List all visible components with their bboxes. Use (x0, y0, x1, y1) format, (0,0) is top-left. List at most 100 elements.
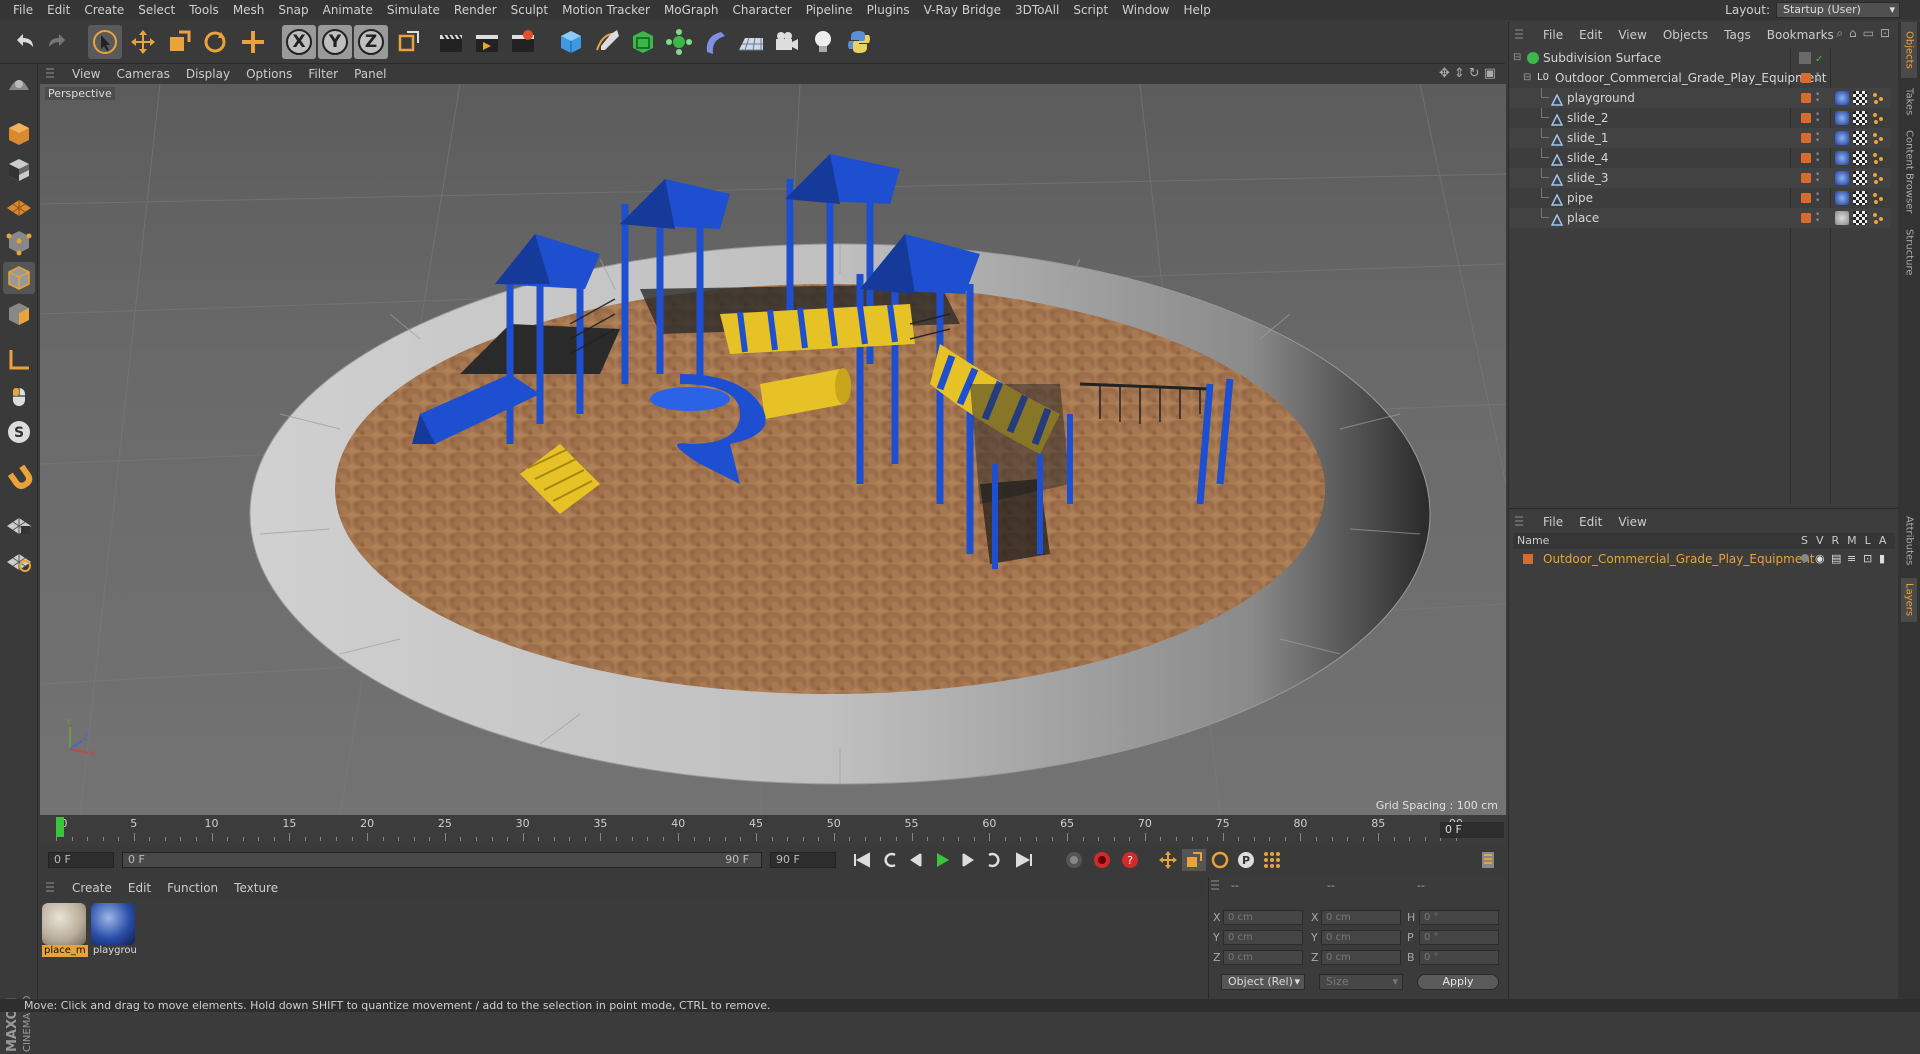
layer-color-swatch[interactable] (1801, 113, 1811, 123)
manager-icon[interactable]: ≡ (1847, 550, 1856, 568)
object-row-playground[interactable]: playground • • (1509, 88, 1891, 108)
record-keys-icon[interactable] (1062, 849, 1086, 871)
phong-tag-icon[interactable] (1871, 171, 1885, 185)
key-point-level-icon[interactable] (1260, 849, 1284, 871)
lock-workplane-icon[interactable] (3, 508, 35, 540)
scale-icon[interactable] (162, 25, 196, 59)
menu-item-help[interactable]: Help (1176, 0, 1217, 20)
frame-range-slider[interactable]: 0 F 90 F (122, 852, 762, 868)
visibility-dots-icon[interactable]: • • (1815, 151, 1823, 166)
planar-workplane-icon[interactable] (3, 544, 35, 576)
layer-color-swatch[interactable] (1801, 193, 1811, 203)
key-rotation-icon[interactable] (1208, 849, 1232, 871)
layer-row[interactable]: Outdoor_Commercial_Grade_Play_Equipment … (1513, 550, 1895, 568)
menu-item-v-ray-bridge[interactable]: V-Ray Bridge (917, 0, 1008, 20)
current-frame-field[interactable]: 0 F (1440, 822, 1504, 838)
layer-color-swatch[interactable] (1801, 133, 1811, 143)
home-icon[interactable]: ⌂ (1849, 26, 1857, 41)
deformer-bend-icon[interactable] (698, 25, 732, 59)
material-menu-function[interactable]: Function (159, 881, 226, 895)
object-row-pipe[interactable]: pipe • • (1509, 188, 1891, 208)
layer-menu-view[interactable]: View (1610, 515, 1654, 529)
viewport-menu-panel[interactable]: Panel (346, 67, 394, 81)
uvw-tag-icon[interactable] (1853, 211, 1867, 225)
menu-item-select[interactable]: Select (131, 0, 182, 20)
size-x-field[interactable]: 0 cm (1321, 910, 1401, 925)
uvw-tag-icon[interactable] (1853, 131, 1867, 145)
object-row-place[interactable]: place • • (1509, 208, 1891, 228)
layer-color-swatch[interactable] (1801, 93, 1811, 103)
menu-item-mograph[interactable]: MoGraph (657, 0, 726, 20)
tab-objects[interactable]: Objects (1901, 22, 1917, 78)
menu-item-character[interactable]: Character (725, 0, 798, 20)
rot-h-field[interactable]: 0 ° (1419, 910, 1499, 925)
visibility-dots-icon[interactable]: • • (1815, 171, 1823, 186)
menu-item-mesh[interactable]: Mesh (226, 0, 272, 20)
menu-item-pipeline[interactable]: Pipeline (799, 0, 860, 20)
render-icon[interactable]: ▤ (1831, 550, 1841, 568)
playhead[interactable] (56, 817, 64, 837)
object-row-slide-1[interactable]: slide_1 • • (1509, 128, 1891, 148)
texture-mode-icon[interactable] (3, 154, 35, 186)
menu-item-window[interactable]: Window (1115, 0, 1176, 20)
new-window-icon[interactable]: ▭ (1863, 26, 1874, 41)
coordinate-system-icon[interactable] (392, 25, 426, 59)
material-menu-texture[interactable]: Texture (226, 881, 286, 895)
autokey-icon[interactable] (1090, 849, 1114, 871)
phong-tag-icon[interactable] (1871, 191, 1885, 205)
maximize-icon[interactable]: ▣ (1484, 66, 1496, 81)
layer-color-swatch[interactable] (1523, 554, 1533, 564)
animation-icon[interactable]: ▮ (1879, 550, 1885, 568)
dolly-icon[interactable]: ⇕ (1454, 66, 1465, 81)
menu-item-motion-tracker[interactable]: Motion Tracker (555, 0, 657, 20)
snap-icon[interactable]: S (3, 416, 35, 448)
apply-button[interactable]: Apply (1417, 974, 1499, 990)
live-select-icon[interactable] (236, 25, 270, 59)
axis-mode-icon[interactable] (3, 344, 35, 376)
tab-structure[interactable]: Structure (1901, 222, 1917, 282)
visibility-dots-icon[interactable]: • • (1815, 191, 1823, 206)
start-frame-field[interactable]: 0 F (48, 852, 114, 868)
uvw-tag-icon[interactable] (1853, 111, 1867, 125)
uvw-tag-icon[interactable] (1853, 191, 1867, 205)
material-swatch-playground[interactable]: playgrou (91, 903, 137, 959)
collapse-icon[interactable]: ⊟ (1513, 48, 1521, 68)
eye-icon[interactable]: ◉ (1815, 550, 1825, 568)
render-picture-viewer-icon[interactable] (470, 25, 504, 59)
end-frame-field[interactable]: 90 F (770, 852, 836, 868)
phong-tag-icon[interactable] (1871, 91, 1885, 105)
object-menu-edit[interactable]: Edit (1571, 28, 1610, 42)
tab-content-browser[interactable]: Content Browser (1901, 126, 1917, 218)
visibility-dots-icon[interactable]: • • (1815, 211, 1823, 226)
panel-grip[interactable] (46, 882, 54, 894)
move-icon[interactable] (126, 25, 160, 59)
layer-menu-edit[interactable]: Edit (1571, 515, 1610, 529)
pan-icon[interactable]: ✥ (1439, 66, 1450, 81)
axis-x-lock[interactable]: X (282, 25, 316, 59)
material-tag-icon[interactable] (1835, 211, 1849, 225)
next-key-icon[interactable] (982, 849, 1006, 871)
viewport-menu-options[interactable]: Options (238, 67, 300, 81)
key-scale-icon[interactable] (1182, 849, 1206, 871)
layer-color-swatch[interactable] (1801, 73, 1811, 83)
menu-item-animate[interactable]: Animate (316, 0, 380, 20)
phong-tag-icon[interactable] (1871, 111, 1885, 125)
material-tag-icon[interactable] (1835, 171, 1849, 185)
polygons-mode-icon[interactable] (3, 298, 35, 330)
menu-item-tools[interactable]: Tools (182, 0, 226, 20)
subdivision-nurbs-icon[interactable] (626, 25, 660, 59)
select-arrow-icon[interactable] (88, 25, 122, 59)
key-parameter-icon[interactable]: P (1234, 849, 1258, 871)
axis-z-lock[interactable]: Z (354, 25, 388, 59)
uvw-tag-icon[interactable] (1853, 151, 1867, 165)
lock-icon[interactable]: ⊡ (1863, 550, 1872, 568)
play-icon[interactable] (930, 849, 954, 871)
previous-frame-icon[interactable] (904, 849, 928, 871)
enabled-check-icon[interactable]: ✓ (1815, 50, 1823, 70)
go-to-end-icon[interactable] (1012, 849, 1036, 871)
previous-key-icon[interactable] (878, 849, 902, 871)
tab-takes[interactable]: Takes (1901, 82, 1917, 122)
menu-item-snap[interactable]: Snap (271, 0, 315, 20)
next-frame-icon[interactable] (956, 849, 980, 871)
visibility-dots-icon[interactable]: • • (1815, 91, 1823, 106)
